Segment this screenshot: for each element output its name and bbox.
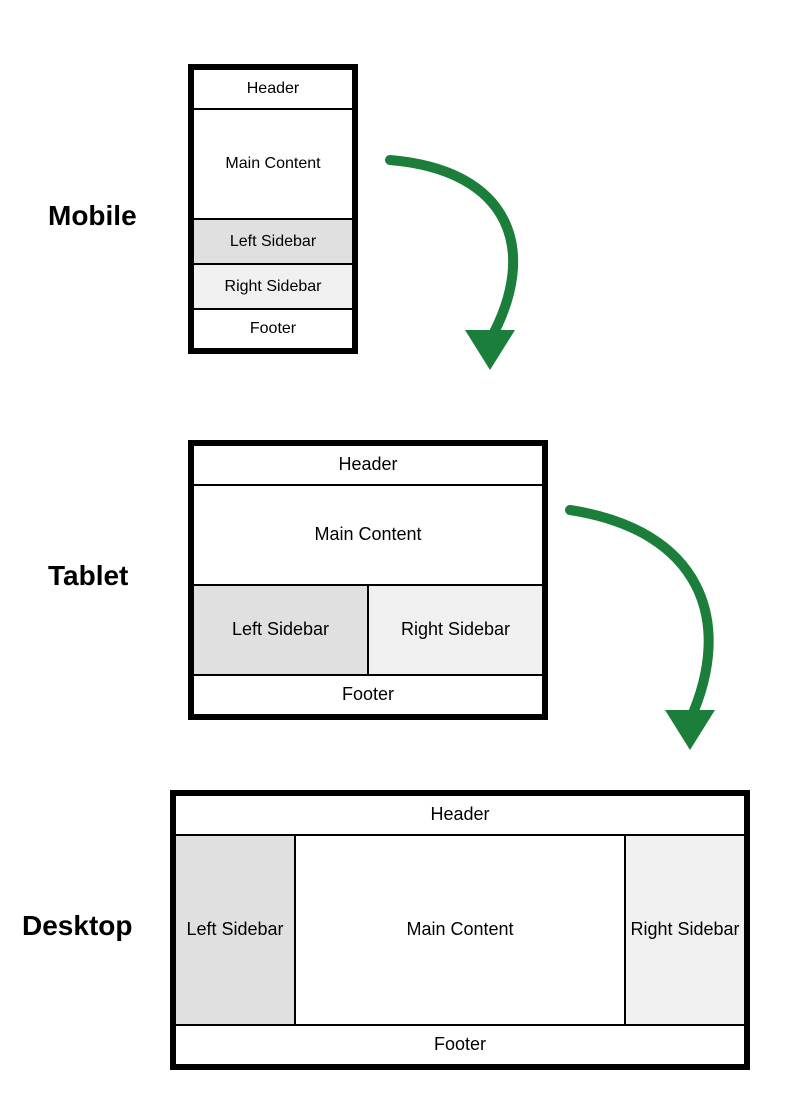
tablet-header-region: Header	[192, 444, 544, 486]
breakpoint-label-desktop: Desktop	[22, 910, 132, 942]
tablet-main-region: Main Content	[192, 484, 544, 586]
tablet-left-sidebar-region: Left Sidebar	[192, 584, 369, 676]
arrow-tablet-to-desktop-icon	[560, 500, 740, 760]
breakpoint-label-mobile: Mobile	[48, 200, 137, 232]
mobile-header-region: Header	[192, 68, 354, 110]
mobile-right-sidebar-region: Right Sidebar	[192, 263, 354, 310]
breakpoint-label-tablet: Tablet	[48, 560, 128, 592]
arrow-mobile-to-tablet-icon	[380, 150, 560, 380]
mobile-main-region: Main Content	[192, 108, 354, 220]
desktop-left-sidebar-region: Left Sidebar	[174, 834, 296, 1026]
desktop-header-region: Header	[174, 794, 746, 836]
mobile-footer-region: Footer	[192, 308, 354, 350]
wireframe-desktop: Header Left Sidebar Main Content Right S…	[170, 790, 750, 1070]
wireframe-mobile: Header Main Content Left Sidebar Right S…	[188, 64, 358, 354]
tablet-right-sidebar-region: Right Sidebar	[367, 584, 544, 676]
desktop-main-region: Main Content	[294, 834, 626, 1026]
desktop-right-sidebar-region: Right Sidebar	[624, 834, 746, 1026]
wireframe-tablet: Header Main Content Left Sidebar Right S…	[188, 440, 548, 720]
desktop-footer-region: Footer	[174, 1024, 746, 1066]
tablet-footer-region: Footer	[192, 674, 544, 716]
mobile-left-sidebar-region: Left Sidebar	[192, 218, 354, 265]
